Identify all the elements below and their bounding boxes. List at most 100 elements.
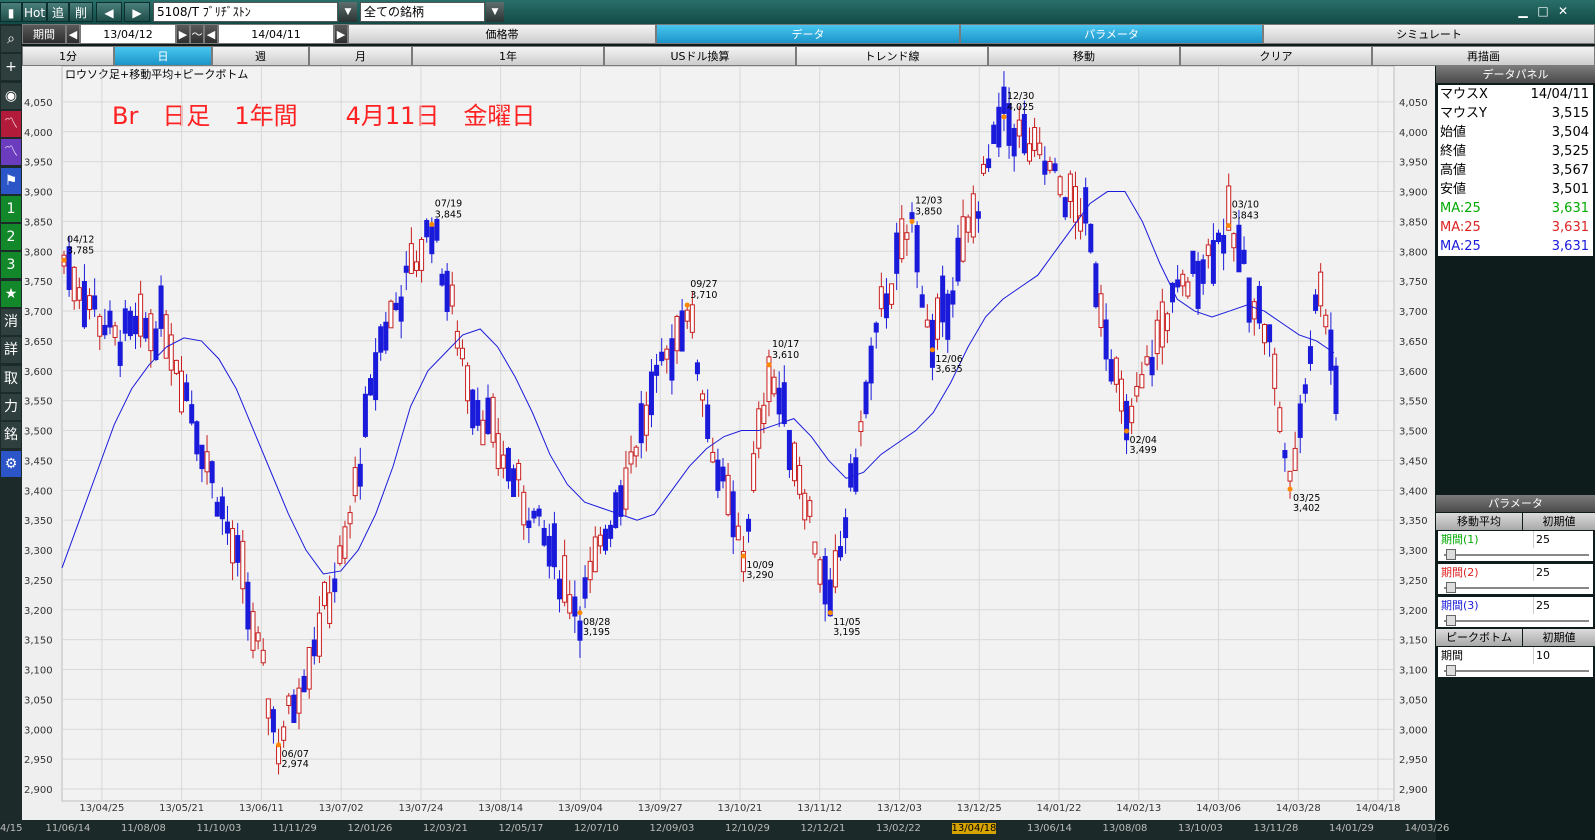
delete-button[interactable]: 削 <box>69 2 93 22</box>
ma-period-slider[interactable] <box>1438 548 1593 561</box>
date-bar-label[interactable]: 13/06/14 <box>1027 823 1072 834</box>
tab-simulate[interactable]: シミュレート <box>1263 24 1595 44</box>
trade-button[interactable]: 取 <box>1 365 21 392</box>
tab-usd-convert[interactable]: USドル換算 <box>604 46 796 66</box>
date-bar-label[interactable]: 14/03/26 <box>1405 823 1450 834</box>
candle-up <box>924 319 930 328</box>
minimize-icon[interactable]: ▁ <box>1514 3 1532 20</box>
star-icon[interactable]: ★ <box>1 280 21 307</box>
stock-dropdown-arrow-icon[interactable]: ▼ <box>339 2 357 22</box>
date-bar-label[interactable]: 13/10/03 <box>1178 823 1223 834</box>
erase-button[interactable]: 消 <box>1 309 21 335</box>
tab-1year[interactable]: 1年 <box>412 46 604 66</box>
power-button[interactable]: 力 <box>1 393 21 420</box>
chart-svg[interactable]: ロウソク足+移動平均+ピークボトム Br 日足 1年間 4月11日 金曜日 4,05… <box>22 65 1435 820</box>
hot-button[interactable]: Hot <box>22 2 47 22</box>
stock-button[interactable]: 銘 <box>1 422 21 449</box>
ma-period-value[interactable]: 25 <box>1533 564 1591 581</box>
preset-3-button[interactable]: 3 <box>1 252 21 279</box>
date-bar-label[interactable]: 11/10/03 <box>197 823 242 834</box>
from-prev-icon[interactable]: ◀ <box>66 24 80 44</box>
next-stock-button[interactable]: ▶ <box>124 2 150 22</box>
pb-init-button[interactable]: 初期値 <box>1523 629 1595 646</box>
date-bar-label[interactable]: 14/01/29 <box>1329 823 1374 834</box>
ma-header: 移動平均 <box>1436 513 1522 530</box>
add-button[interactable]: 追 <box>47 2 69 22</box>
candle-up <box>408 243 414 274</box>
settings-icon[interactable]: ⚙ <box>1 450 21 477</box>
candle-down <box>526 520 532 529</box>
date-bar-label[interactable]: 11/11/29 <box>272 823 317 834</box>
date-bar-label[interactable]: 12/01/26 <box>348 823 393 834</box>
from-next-icon[interactable]: ▶ <box>176 24 190 44</box>
candlestick-chart[interactable]: ロウソク足+移動平均+ピークボトム Br 日足 1年間 4月11日 金曜日 4,05… <box>22 65 1435 820</box>
flag-icon[interactable]: ⚑ <box>1 167 21 194</box>
date-bar-label[interactable]: 4/15 <box>0 823 22 834</box>
maximize-icon[interactable]: □ <box>1534 3 1552 20</box>
date-bar-label[interactable]: 11/08/08 <box>121 823 166 834</box>
from-date-input[interactable]: 13/04/12 <box>80 24 176 44</box>
preset-1-button[interactable]: 1 <box>1 195 21 222</box>
candle-up <box>684 309 690 322</box>
candle-down <box>894 232 900 274</box>
candle-up <box>689 304 695 333</box>
ma-period-slider[interactable] <box>1438 614 1593 627</box>
date-bar-label[interactable]: 12/03/21 <box>423 823 468 834</box>
tab-parameter[interactable]: パラメータ <box>960 24 1263 44</box>
date-bar-label[interactable]: 12/10/29 <box>725 823 770 834</box>
tab-1min[interactable]: 1分 <box>22 46 114 66</box>
tab-move[interactable]: 移動 <box>988 46 1180 66</box>
pb-period-value[interactable]: 10 <box>1533 647 1591 664</box>
date-bar-label[interactable]: 11/06/14 <box>46 823 91 834</box>
preset-2-button[interactable]: 2 <box>1 224 21 251</box>
to-date-input[interactable]: 14/04/11 <box>218 24 334 44</box>
candle-up <box>1318 271 1324 307</box>
candle-down <box>291 694 297 723</box>
date-bar-label[interactable]: 13/02/22 <box>876 823 921 834</box>
zoom-in-icon[interactable]: + <box>1 54 21 81</box>
candle-down <box>224 521 230 534</box>
camera-icon[interactable]: ◉ <box>1 82 21 109</box>
chart-red-icon[interactable]: 〽 <box>1 110 21 137</box>
date-bar-label[interactable]: 13/04/18 <box>951 823 997 834</box>
tab-day[interactable]: 日 <box>114 46 212 66</box>
date-bar-label[interactable]: 12/07/10 <box>574 823 619 834</box>
candle-down <box>1221 234 1227 254</box>
tab-price-band[interactable]: 価格帯 <box>348 24 656 44</box>
tab-data[interactable]: データ <box>656 24 960 44</box>
group-dropdown-arrow-icon[interactable]: ▼ <box>486 2 504 22</box>
bottom-date-bar[interactable]: 4/15 11/06/14 11/08/08 11/10/03 11/11/29 12/0… <box>0 820 1449 840</box>
candle-down <box>505 447 511 482</box>
ma-period-value[interactable]: 25 <box>1533 531 1591 548</box>
pb-period-slider[interactable] <box>1438 664 1593 677</box>
data-row-label: MA:25 <box>1440 220 1481 235</box>
candle-up <box>281 726 287 741</box>
detail-button[interactable]: 詳 <box>1 337 21 364</box>
tab-clear[interactable]: クリア <box>1180 46 1372 66</box>
date-bar-label[interactable]: 13/08/08 <box>1103 823 1148 834</box>
tab-trendline[interactable]: トレンド線 <box>796 46 988 66</box>
to-next-icon[interactable]: ▶ <box>334 24 348 44</box>
tab-redraw[interactable]: 再描画 <box>1372 46 1595 66</box>
ma-init-button[interactable]: 初期値 <box>1523 513 1595 530</box>
stock-select[interactable]: 5108/T ﾌﾞﾘﾁﾞｽﾄﾝ <box>153 2 338 22</box>
candle-down <box>720 466 726 482</box>
group-select[interactable]: 全ての銘柄 <box>360 2 485 22</box>
candle-down <box>582 577 588 599</box>
candle-up <box>1287 470 1293 482</box>
close-icon[interactable]: ✕ <box>1554 3 1572 20</box>
y-tick-label-right: 3,900 <box>1399 188 1428 199</box>
chart-purple-icon[interactable]: 〽 <box>1 139 21 166</box>
date-bar-label[interactable]: 13/11/28 <box>1254 823 1299 834</box>
ma-period-value[interactable]: 25 <box>1533 597 1591 614</box>
prev-stock-button[interactable]: ◀ <box>96 2 122 22</box>
date-bar-label[interactable]: 12/09/03 <box>650 823 695 834</box>
tab-week[interactable]: 週 <box>212 46 309 66</box>
tab-month[interactable]: 月 <box>309 46 412 66</box>
y-tick-label-right: 3,500 <box>1399 427 1428 438</box>
date-bar-label[interactable]: 12/12/21 <box>801 823 846 834</box>
date-bar-label[interactable]: 12/05/17 <box>499 823 544 834</box>
search-icon[interactable]: ⌕ <box>1 26 21 52</box>
ma-period-slider[interactable] <box>1438 581 1593 594</box>
to-prev-icon[interactable]: ◀ <box>204 24 218 44</box>
